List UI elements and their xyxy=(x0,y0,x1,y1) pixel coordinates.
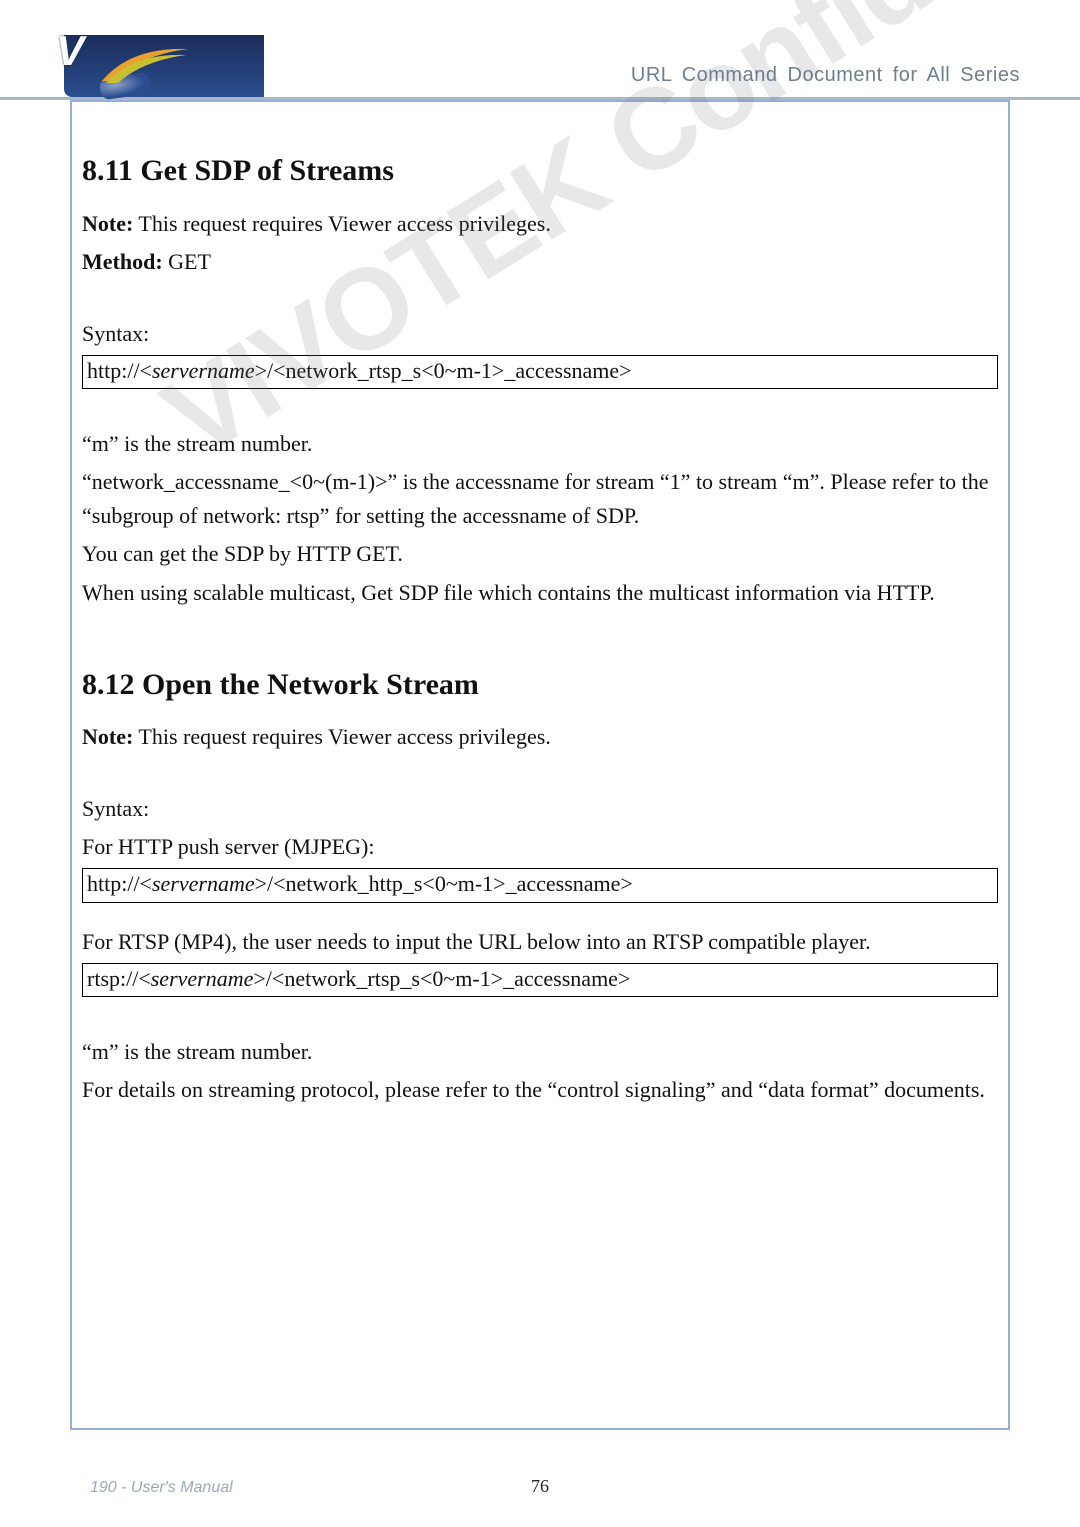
syntax-post: >/<network_rtsp_s<0~m-1>_accessname> xyxy=(255,358,632,383)
note-label: Note: xyxy=(82,211,133,236)
rtsp-server: servername xyxy=(151,966,254,991)
method-label: Method: xyxy=(82,249,163,274)
section-heading-812: 8.12 Open the Network Stream xyxy=(82,662,998,709)
header-doc-title: URL Command Document for All Series xyxy=(631,64,1020,97)
p-812-2: For details on streaming protocol, pleas… xyxy=(82,1073,998,1107)
http-push-label: For HTTP push server (MJPEG): xyxy=(82,830,998,864)
note-text-812: This request requires Viewer access priv… xyxy=(133,724,551,749)
note-text: This request requires Viewer access priv… xyxy=(133,211,551,236)
note-line-812: Note: This request requires Viewer acces… xyxy=(82,720,998,754)
page-footer: 190 - User's Manual 76 xyxy=(0,1467,1080,1497)
syntax-label-811: Syntax: xyxy=(82,317,998,351)
http-pre: http://< xyxy=(87,871,152,896)
http-server: servername xyxy=(152,871,255,896)
method-line-811: Method: GET xyxy=(82,245,998,279)
http-post: >/<network_http_s<0~m-1>_accessname> xyxy=(255,871,633,896)
p-811-4: When using scalable multicast, Get SDP f… xyxy=(82,576,998,610)
section-heading-811: 8.11 Get SDP of Streams xyxy=(82,148,998,195)
method-value: GET xyxy=(163,249,211,274)
syntax-box-811: http://<servername>/<network_rtsp_s<0~m-… xyxy=(82,355,998,389)
p-811-1: “m” is the stream number. xyxy=(82,427,998,461)
content-body: 8.11 Get SDP of Streams Note: This reque… xyxy=(72,102,1008,1121)
page: V URL Command Document for All Series VI… xyxy=(0,0,1080,1527)
note-line-811: Note: This request requires Viewer acces… xyxy=(82,207,998,241)
syntax-box-rtsp: rtsp://<servername>/<network_rtsp_s<0~m-… xyxy=(82,963,998,997)
syntax-pre: http://< xyxy=(87,358,152,383)
p-811-3: You can get the SDP by HTTP GET. xyxy=(82,537,998,571)
logo-letter-icon: V xyxy=(56,27,84,75)
content-frame: VIVOTEK Confidential 8.11 Get SDP of Str… xyxy=(70,100,1010,1430)
rtsp-pre: rtsp://< xyxy=(87,966,151,991)
logo-swoosh-icon xyxy=(100,45,190,85)
brand-logo: V xyxy=(0,27,220,97)
syntax-box-http: http://<servername>/<network_http_s<0~m-… xyxy=(82,868,998,902)
p-812-1: “m” is the stream number. xyxy=(82,1035,998,1069)
note-label-812: Note: xyxy=(82,724,133,749)
syntax-server: servername xyxy=(152,358,255,383)
syntax-label-812: Syntax: xyxy=(82,792,998,826)
footer-page-number: 76 xyxy=(0,1476,1080,1497)
page-header: V URL Command Document for All Series xyxy=(0,28,1080,100)
rtsp-label: For RTSP (MP4), the user needs to input … xyxy=(82,925,998,959)
rtsp-post: >/<network_rtsp_s<0~m-1>_accessname> xyxy=(253,966,630,991)
p-811-2: “network_accessname_<0~(m-1)>” is the ac… xyxy=(82,465,998,533)
